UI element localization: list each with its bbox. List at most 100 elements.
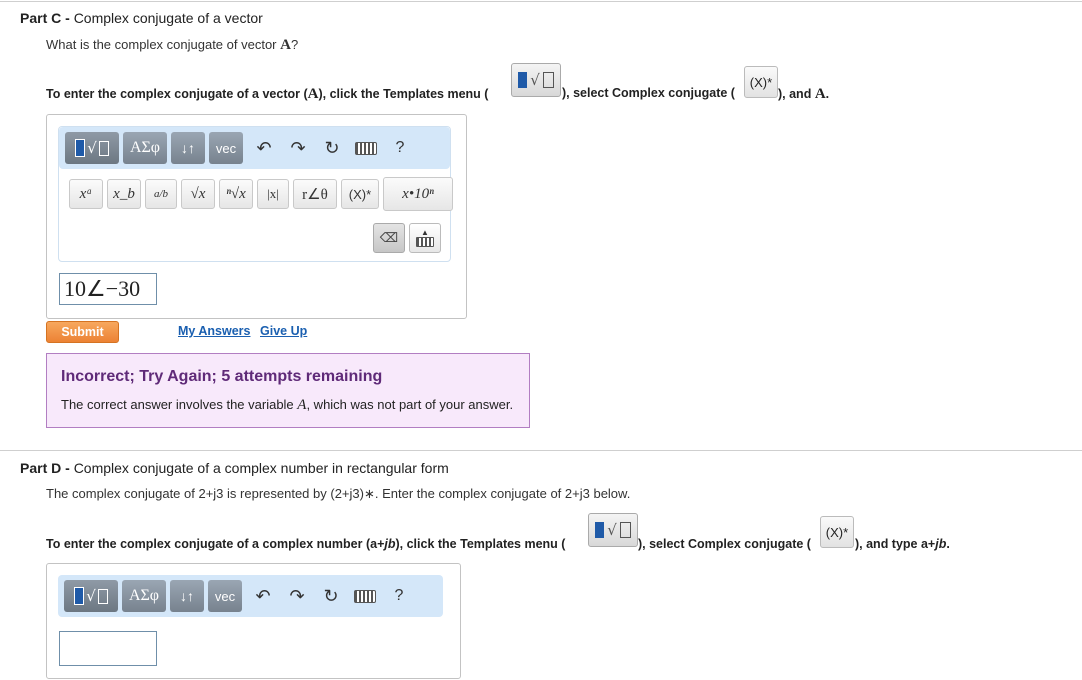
- tpl-label: (X)*: [348, 186, 372, 202]
- undo-icon: ↶: [256, 137, 272, 158]
- keyboard-button[interactable]: [349, 132, 383, 164]
- reset-icon: ↻: [323, 585, 339, 606]
- instr-var: A: [814, 86, 826, 102]
- part-d-instructions-2: ), select Complex conjugate (: [638, 537, 811, 551]
- my-answers-link[interactable]: My Answers: [178, 324, 250, 338]
- part-d-label: Part D -: [20, 460, 70, 476]
- template-block-icon: [518, 72, 528, 88]
- sqrt-icon: √: [607, 521, 617, 539]
- feedback-text: The correct answer involves the variable…: [61, 397, 513, 414]
- template-fraction[interactable]: a/b: [145, 179, 177, 209]
- submit-button[interactable]: Submit: [46, 321, 119, 343]
- template-polar[interactable]: r∠θ: [293, 179, 337, 209]
- template-block-icon: [74, 587, 85, 605]
- undo-icon: ↶: [255, 585, 271, 606]
- part-d-title: Part D - Complex conjugate of a complex …: [20, 460, 449, 476]
- tpl-label: x•10ⁿ: [402, 185, 434, 202]
- help-button[interactable]: ?: [382, 580, 416, 612]
- part-c-instructions-3: ), and A.: [778, 86, 829, 103]
- instr-text: ), select Complex conjugate (: [562, 86, 735, 100]
- templates-button[interactable]: √: [65, 132, 119, 164]
- template-scientific[interactable]: x•10ⁿ: [383, 177, 453, 211]
- feedback-text-post: , which was not part of your answer.: [306, 397, 514, 412]
- redo-button[interactable]: ↷: [281, 132, 315, 164]
- greek-label: ΑΣφ: [129, 139, 161, 156]
- part-c-label: Part C -: [20, 10, 70, 26]
- box-icon: [619, 522, 631, 538]
- reset-button[interactable]: ↻: [314, 580, 348, 612]
- instr-text: To enter the complex conjugate of a vect…: [46, 87, 308, 101]
- template-block-icon: [75, 139, 86, 157]
- instr-var: A: [307, 86, 319, 102]
- box-icon: [98, 140, 109, 156]
- part-d-instructions-3: ), and type a+jb.: [855, 537, 950, 551]
- complex-conjugate-icon: (X)*: [820, 516, 854, 548]
- template-absolute[interactable]: |x|: [257, 179, 289, 209]
- part-c-instructions: To enter the complex conjugate of a vect…: [46, 86, 488, 103]
- redo-button[interactable]: ↷: [280, 580, 314, 612]
- keyboard-toggle-button[interactable]: ▲: [409, 223, 441, 253]
- greek-symbols-button[interactable]: ΑΣφ: [122, 580, 166, 612]
- keyboard-icon: [355, 141, 377, 155]
- part-c-instructions-2: ), select Complex conjugate (: [562, 86, 735, 100]
- conj-label: (X)*: [825, 524, 849, 540]
- part-c-title: Part C - Complex conjugate of a vector: [20, 10, 263, 26]
- answer-value: 10∠−30: [64, 276, 141, 301]
- editor-toolbar: √ ΑΣφ ↓↑ vec ↶ ↷ ↻ ?: [58, 575, 443, 617]
- template-nth-root[interactable]: ⁿ√x: [219, 179, 253, 209]
- vector-button[interactable]: vec: [208, 580, 242, 612]
- question-mark: ?: [290, 37, 299, 52]
- arrows-label: ↓↑: [181, 140, 195, 156]
- part-d-instructions: To enter the complex conjugate of a comp…: [46, 537, 565, 551]
- vector-button[interactable]: vec: [209, 132, 243, 164]
- sqrt-icon: √: [530, 71, 540, 89]
- feedback-title: Incorrect; Try Again; 5 attempts remaini…: [61, 368, 383, 385]
- tpl-label: √x: [190, 185, 206, 202]
- templates-button[interactable]: √: [64, 580, 118, 612]
- question-text: What is the complex conjugate of vector: [46, 37, 281, 52]
- arrows-button[interactable]: ↓↑: [171, 132, 205, 164]
- tpl-label: ⁿ√x: [226, 185, 246, 202]
- feedback-box: Incorrect; Try Again; 5 attempts remaini…: [46, 353, 530, 428]
- instr-text: .: [946, 537, 950, 551]
- templates-menu-icon: √: [588, 513, 638, 547]
- template-subscript[interactable]: x_b: [107, 179, 141, 209]
- template-block-icon: [595, 522, 605, 538]
- sqrt-icon: √: [86, 587, 96, 605]
- box-icon: [97, 588, 108, 604]
- keyboard-button[interactable]: [348, 580, 382, 612]
- caret-up-icon: ▲: [421, 228, 429, 237]
- reset-icon: ↻: [324, 137, 340, 158]
- arrows-label: ↓↑: [180, 588, 194, 604]
- undo-button[interactable]: ↶: [246, 580, 280, 612]
- redo-icon: ↷: [290, 137, 306, 158]
- instr-text: To enter the complex conjugate of a comp…: [46, 537, 385, 551]
- undo-button[interactable]: ↶: [247, 132, 281, 164]
- template-complex-conjugate[interactable]: (X)*: [341, 179, 379, 209]
- toolbar-panel: √ ΑΣφ ↓↑ vec ↶ ↷ ↻ ? xᵃ x_b a/b √x ⁿ√x |…: [58, 126, 453, 262]
- help-button[interactable]: ?: [383, 132, 417, 164]
- instr-text: ), and: [778, 87, 815, 101]
- give-up-link[interactable]: Give Up: [260, 324, 307, 338]
- vector-a: A: [280, 37, 291, 53]
- template-row: xᵃ x_b a/b √x ⁿ√x |x| r∠θ (X)* x•10ⁿ: [69, 177, 457, 211]
- submit-label: Submit: [61, 325, 104, 339]
- tpl-label: xᵃ: [79, 185, 93, 202]
- greek-label: ΑΣφ: [128, 587, 160, 604]
- box-icon: [542, 72, 554, 88]
- reset-button[interactable]: ↻: [315, 132, 349, 164]
- greek-symbols-button[interactable]: ΑΣφ: [123, 132, 167, 164]
- keyboard-icon: [416, 237, 434, 247]
- answer-input[interactable]: [59, 631, 157, 666]
- arrows-button[interactable]: ↓↑: [170, 580, 204, 612]
- template-superscript[interactable]: xᵃ: [69, 179, 103, 209]
- backspace-button[interactable]: ⌫: [373, 223, 405, 253]
- template-sqrt[interactable]: √x: [181, 179, 215, 209]
- help-icon: ?: [395, 139, 405, 156]
- part-divider: [0, 450, 1082, 451]
- top-divider: [0, 1, 1082, 2]
- conj-label: (X)*: [749, 74, 773, 90]
- redo-icon: ↷: [289, 585, 305, 606]
- part-c-question: What is the complex conjugate of vector …: [46, 37, 298, 54]
- answer-input[interactable]: 10∠−30: [59, 273, 157, 305]
